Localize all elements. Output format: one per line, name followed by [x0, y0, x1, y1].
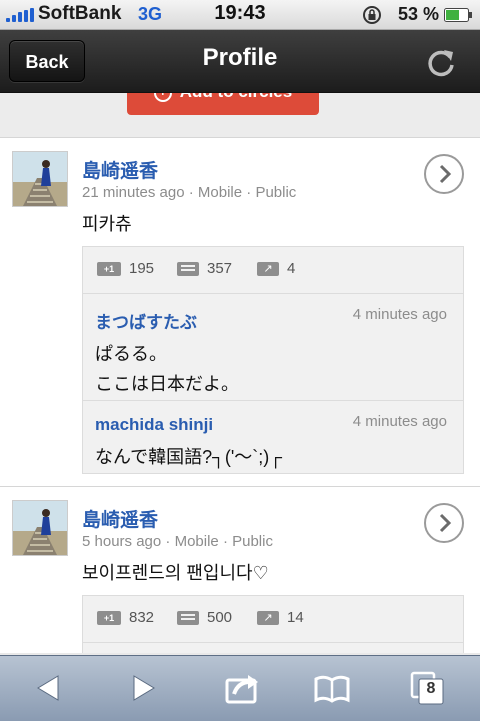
post-source: Mobile	[197, 184, 243, 201]
page-title: Profile	[202, 44, 278, 71]
comment-text-line: なんで韓国語?┐('〜`;)┌	[95, 447, 283, 467]
expand-post-button[interactable]	[424, 154, 464, 194]
avatar-photo	[13, 501, 67, 555]
status-bar: SoftBank 3G 19:43 53 %	[0, 0, 480, 30]
comment-text-line: ここは日本だよ。	[95, 374, 239, 394]
battery-percentage: 53 %	[398, 4, 440, 24]
comments-stat[interactable]: 357	[177, 260, 232, 278]
post-activity-box: +1 195 357 ↗ 4 まつばすたぶ 4 minutes ago ぱるる。 こ…	[82, 246, 464, 474]
rotation-lock-icon	[363, 6, 381, 24]
battery-icon	[444, 8, 472, 22]
bookmarks-icon[interactable]	[312, 670, 352, 706]
back-arrow-icon[interactable]	[28, 670, 68, 706]
plus-one-stat[interactable]: +1 832	[97, 609, 154, 627]
comment: まつばすたぶ 4 minutes ago ぱるる。 ここは日本だよ。	[83, 294, 463, 401]
comment-time: 4 minutes ago	[352, 306, 447, 323]
plus-one-icon: +1	[97, 262, 121, 277]
expand-post-button[interactable]	[424, 503, 464, 543]
avatar[interactable]	[12, 500, 68, 556]
refresh-icon[interactable]	[424, 46, 458, 80]
post-card: 島崎遥香 5 hours ago · Mobile · Public 보이프렌드…	[0, 486, 480, 653]
avatar-photo	[13, 152, 67, 206]
post-time[interactable]: 5 hours ago	[82, 533, 161, 550]
meta-separator: ·	[188, 184, 198, 201]
comment-author[interactable]: まつばすたぶ	[95, 308, 197, 333]
plus-one-icon: +1	[97, 611, 121, 626]
post-visibility: Public	[232, 533, 273, 550]
shares-stat[interactable]: ↗ 4	[257, 260, 295, 278]
post-card: 島崎遥香 21 minutes ago · Mobile · Public 피카…	[0, 137, 480, 487]
comment-icon	[177, 611, 199, 626]
add-to-circles-label: Add to circles	[180, 93, 292, 101]
post-source: Mobile	[174, 533, 219, 550]
chevron-right-icon	[439, 513, 452, 533]
post-text: 피카츄	[82, 214, 132, 234]
plus-one-stat[interactable]: +1 195	[97, 260, 154, 278]
post-meta: 5 hours ago · Mobile · Public	[82, 533, 273, 550]
comment-icon	[177, 262, 199, 277]
post-author[interactable]: 島崎遥香	[82, 505, 158, 532]
comments-stat[interactable]: 500	[177, 609, 232, 627]
comment-text-line: ぱるる。	[95, 344, 167, 364]
plus-one-count: 195	[129, 260, 155, 277]
share-icon: ↗	[257, 611, 279, 626]
share-action-icon[interactable]	[222, 670, 262, 706]
comment-time: 4 minutes ago	[352, 413, 447, 430]
share-icon: ↗	[257, 262, 279, 277]
forward-arrow-icon[interactable]	[124, 670, 164, 706]
post-visibility: Public	[255, 184, 297, 201]
meta-separator: ·	[222, 533, 233, 550]
post-activity-box: +1 832 500 ↗ 14	[82, 595, 464, 653]
add-to-circles-button[interactable]: + Add to circles	[127, 93, 319, 115]
share-count: 14	[287, 609, 304, 626]
meta-separator: ·	[165, 533, 175, 550]
avatar[interactable]	[12, 151, 68, 207]
plus-one-count: 832	[129, 609, 155, 626]
post-author[interactable]: 島崎遥香	[82, 156, 158, 183]
plus-circle-icon: +	[153, 93, 172, 102]
comment-count: 500	[207, 609, 233, 626]
post-text: 보이프렌드의 팬입니다♡	[82, 563, 269, 583]
navigation-bar: Back Profile	[0, 30, 480, 93]
comment-author[interactable]: machida shinji	[95, 415, 213, 435]
chevron-right-icon	[439, 164, 452, 184]
back-button[interactable]: Back	[9, 40, 85, 82]
comment: machida shinji 4 minutes ago なんで韓国語?┐('〜…	[83, 401, 463, 475]
post-stats: +1 832 500 ↗ 14	[83, 596, 463, 643]
post-meta: 21 minutes ago · Mobile · Public	[82, 184, 296, 201]
share-count: 4	[287, 260, 296, 277]
pages-button[interactable]: 8	[408, 670, 448, 706]
browser-toolbar: 8	[0, 655, 480, 721]
post-time[interactable]: 21 minutes ago	[82, 184, 185, 201]
comment-count: 357	[207, 260, 233, 277]
pages-count: 8	[426, 680, 436, 697]
post-stats: +1 195 357 ↗ 4	[83, 247, 463, 294]
shares-stat[interactable]: ↗ 14	[257, 609, 304, 627]
profile-stream[interactable]: + Add to circles 島崎遥香 21 minutes ago · Mo…	[0, 93, 480, 653]
